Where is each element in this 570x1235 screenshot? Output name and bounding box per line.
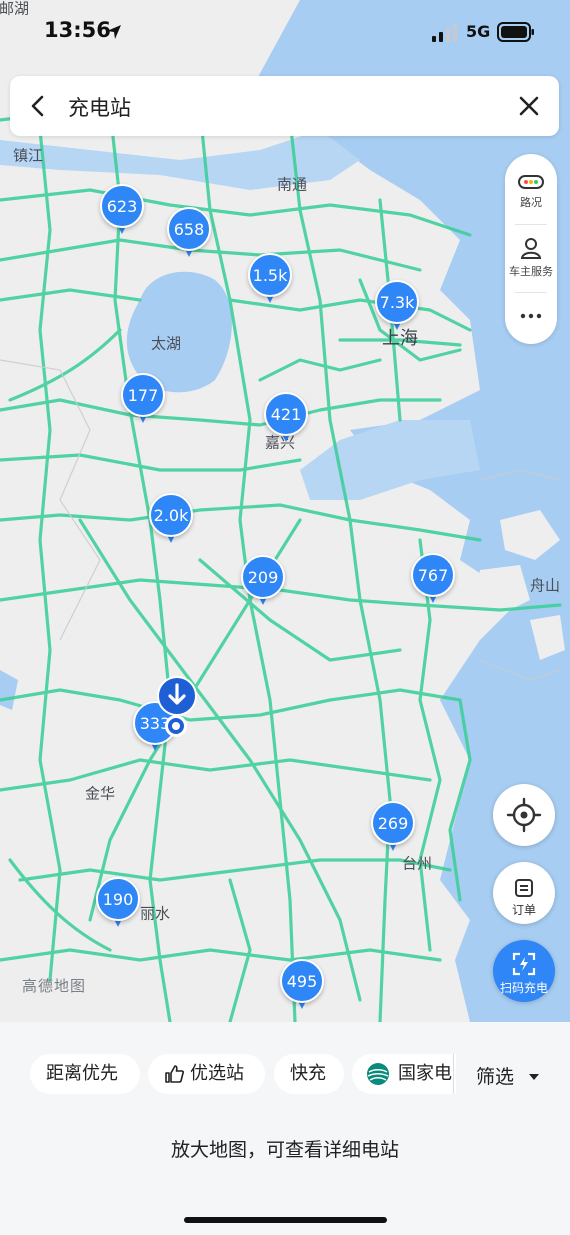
status-time: 13:56	[44, 18, 111, 42]
chip-distance-first[interactable]: 距离优先	[30, 1054, 140, 1094]
amap-logo: 高德地图	[22, 977, 87, 995]
station-count: 190	[96, 877, 140, 921]
station-count: 2.0k	[149, 493, 193, 537]
place-label: 南通	[276, 175, 308, 194]
scan-charge-icon	[512, 952, 536, 976]
close-icon[interactable]	[519, 96, 539, 116]
scan-charge-button[interactable]: 扫码充电	[493, 940, 555, 1002]
station-count: 177	[121, 373, 165, 417]
place-label: 丽水	[139, 904, 171, 923]
location-arrow-icon	[107, 25, 121, 39]
station-count: 658	[167, 207, 211, 251]
search-bar[interactable]: 充电站	[10, 76, 559, 136]
charging-station-cluster[interactable]: 209	[241, 555, 285, 607]
map-base	[0, 0, 570, 1022]
station-count: 767	[411, 553, 455, 597]
signal-icon	[432, 24, 457, 42]
network-type: 5G	[466, 22, 491, 41]
battery-icon	[497, 22, 534, 42]
station-count: 269	[371, 801, 415, 845]
status-bar: 13:56 5G	[0, 0, 570, 64]
owner-service-label: 车主服务	[509, 265, 553, 278]
chip-label: 快充	[290, 1063, 326, 1084]
chip-fast-charge[interactable]: 快充	[274, 1054, 344, 1094]
back-arrow-icon[interactable]	[30, 95, 44, 117]
crosshair-icon	[506, 797, 542, 833]
charging-station-cluster[interactable]: 767	[411, 553, 455, 605]
charging-station-cluster[interactable]: 1.5k	[248, 253, 292, 305]
charging-station-cluster[interactable]: 7.3k	[375, 280, 419, 332]
place-label: 舟山	[529, 576, 561, 595]
station-count: 7.3k	[375, 280, 419, 324]
place-label: 金华	[84, 784, 116, 803]
more-dots-icon	[520, 313, 542, 319]
charging-station-cluster[interactable]: 177	[121, 373, 165, 425]
place-label: 太湖	[150, 334, 182, 353]
charging-station-cluster[interactable]: 623	[100, 184, 144, 236]
chip-label: 距离优先	[46, 1063, 118, 1084]
chip-state-grid[interactable]: 国家电	[352, 1054, 456, 1094]
traffic-icon	[518, 175, 544, 189]
station-count: 623	[100, 184, 144, 228]
search-title: 充电站	[68, 96, 131, 120]
charging-station-cluster[interactable]: 658	[167, 207, 211, 259]
scan-charge-label: 扫码充电	[499, 981, 548, 995]
state-grid-logo-icon	[367, 1063, 389, 1085]
charging-station-cluster[interactable]: 2.0k	[149, 493, 193, 545]
download-arrow-icon	[157, 676, 197, 716]
chip-preferred-station[interactable]: 优选站	[148, 1054, 265, 1094]
map-view[interactable]: 邮湖 镇江 南通 太湖 上海 嘉兴 舟山 金华 台州 丽水 623 658 1.5k 7.3k 177 42…	[0, 0, 570, 1022]
filter-button[interactable]: 筛选	[476, 1062, 540, 1089]
filter-label: 筛选	[476, 1066, 515, 1088]
zoom-hint: 放大地图，可查看详细电站	[170, 1139, 399, 1161]
station-count: 1.5k	[248, 253, 292, 297]
charging-station-cluster[interactable]: 190	[96, 877, 140, 929]
order-button[interactable]: 订单	[493, 862, 555, 924]
thumbs-up-icon	[165, 1065, 184, 1083]
chip-label: 优选站	[190, 1063, 244, 1084]
place-label: 台州	[401, 854, 433, 873]
order-list-icon	[515, 879, 533, 897]
traffic-label: 路况	[520, 196, 542, 209]
station-count: 495	[280, 959, 324, 1003]
order-label: 订单	[511, 903, 536, 917]
traffic-toggle[interactable]: 路况	[505, 174, 557, 210]
owner-service-button[interactable]: 车主服务	[505, 236, 557, 279]
navigation-marker[interactable]	[157, 676, 197, 716]
station-count: 209	[241, 555, 285, 599]
charging-station-cluster[interactable]: 269	[371, 801, 415, 853]
station-count: 421	[264, 392, 308, 436]
place-label: 镇江	[12, 146, 44, 165]
map-tools-panel: 路况 车主服务	[505, 154, 557, 344]
my-location-dot	[164, 714, 188, 738]
caret-down-icon	[529, 1074, 540, 1080]
user-icon	[520, 238, 542, 259]
locate-button[interactable]	[493, 784, 555, 846]
more-button[interactable]	[505, 304, 557, 331]
charging-station-cluster[interactable]: 421	[264, 392, 308, 444]
charging-station-cluster[interactable]: 495	[280, 959, 324, 1011]
home-indicator	[184, 1217, 387, 1223]
bottom-panel: 距离优先 优选站 快充 国家电 筛选 放大地图，可查看详细电站	[0, 1022, 570, 1235]
